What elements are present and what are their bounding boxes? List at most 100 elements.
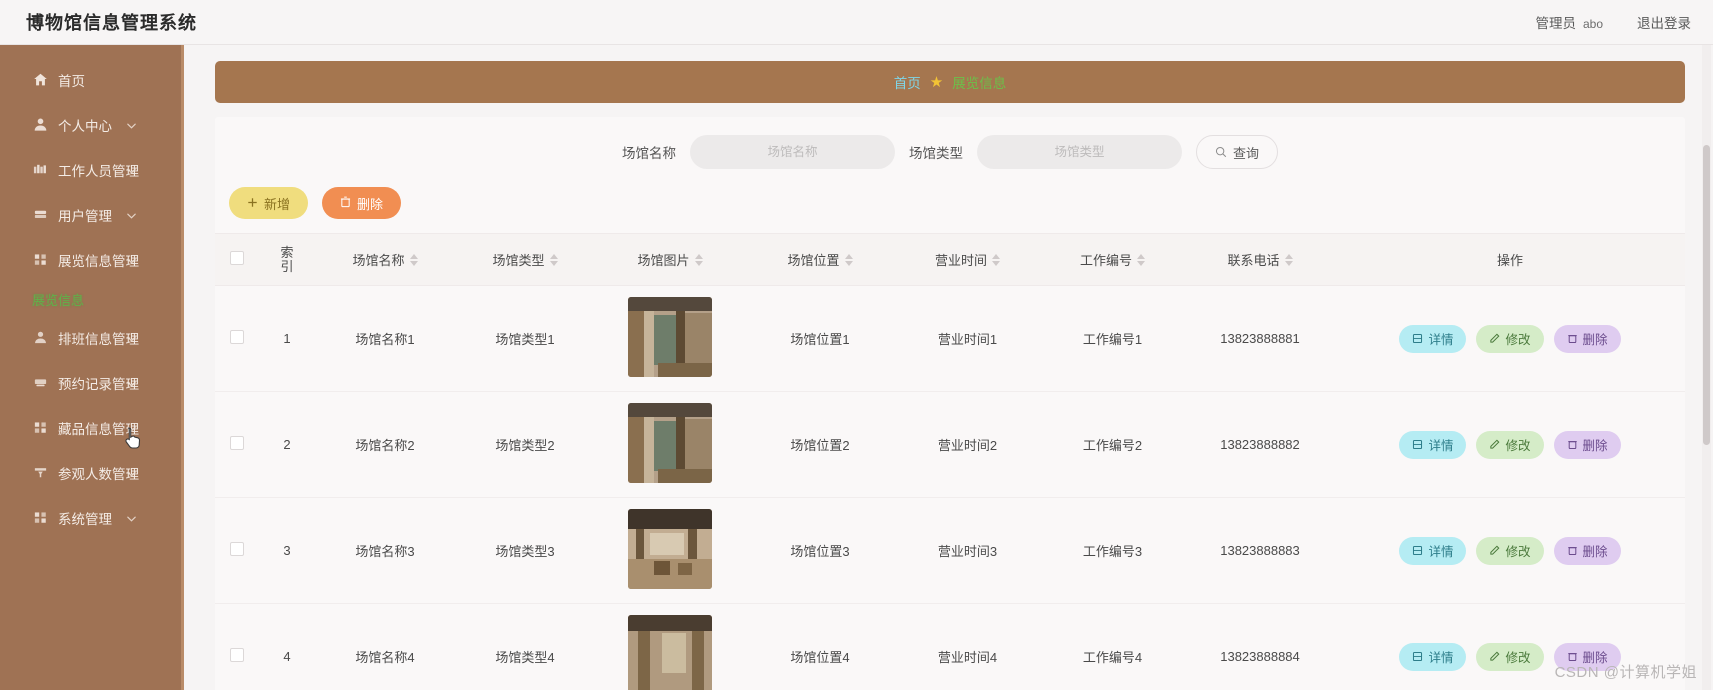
sort-icon[interactable] [844,253,853,266]
row-select-cell [215,497,259,604]
row-venue-type: 场馆类型1 [455,285,595,392]
header-venue-image[interactable]: 场馆图片 [595,233,745,286]
venue-thumbnail[interactable] [628,403,712,483]
header-operations: 操作 [1335,233,1685,286]
row-contact-phone: 13823888883 [1185,497,1335,604]
row-work-number: 工作编号2 [1040,391,1185,498]
chevron-down-icon [126,164,137,175]
edit-button-label: 修改 [1505,651,1531,665]
venue-name-label: 场馆名称 [621,146,676,161]
batch-delete-button[interactable]: 删除 [322,187,402,219]
star-icon: ★ [929,73,944,91]
breadcrumb-home-link[interactable]: 首页 [894,72,921,92]
header-business-hours[interactable]: 营业时间 [895,233,1040,286]
table-header-row: 索 引 场馆名称 场馆类型 场馆图片 场馆位置 营业时间 工作编号 联系电话 操… [215,233,1685,286]
detail-button[interactable]: 详情 [1399,642,1467,671]
chevron-down-icon [126,467,137,478]
app-root: 博物馆信息管理系统 管理员 abo 退出登录 首页 个人中心 工作人员管理 用户… [0,0,1713,690]
venue-thumbnail[interactable] [628,297,712,377]
detail-button[interactable]: 详情 [1399,536,1467,565]
query-button[interactable]: 查询 [1195,135,1278,169]
row-checkbox[interactable] [230,648,244,662]
row-delete-button[interactable]: 删除 [1553,324,1621,353]
row-venue-name: 场馆名称3 [315,497,455,604]
venue-thumbnail[interactable] [628,509,712,589]
header-work-number[interactable]: 工作编号 [1040,233,1185,286]
sidebar-item-exhibition-management[interactable]: 展览信息管理 [0,243,181,276]
detail-button[interactable]: 详情 [1399,324,1467,353]
edit-button[interactable]: 修改 [1476,324,1544,353]
sidebar-group-label-exhibition: 展览信息 [32,292,85,308]
pencil-icon [1489,439,1500,450]
detail-button[interactable]: 详情 [1399,430,1467,459]
app-title: 博物馆信息管理系统 [26,13,197,33]
sidebar-item-schedule-management[interactable]: 排班信息管理 [0,321,181,354]
header-select-all [215,233,259,286]
venue-name-input[interactable] [689,135,895,169]
header-work-number-label: 工作编号 [1079,253,1132,268]
detail-button-label: 详情 [1428,651,1454,665]
trash-icon [1567,651,1578,662]
add-button[interactable]: 新增 [229,187,309,219]
sort-icon[interactable] [1137,253,1145,266]
edit-button[interactable]: 修改 [1476,536,1544,565]
page-scrollbar-thumb[interactable] [1703,145,1710,445]
row-checkbox[interactable] [230,542,244,556]
logout-button[interactable]: 退出登录 [1637,12,1691,32]
row-delete-button-label: 删除 [1582,439,1608,453]
document-icon [1412,333,1423,344]
sidebar-item-visitor-count-management[interactable]: 参观人数管理 [0,456,181,489]
sidebar-item-home[interactable]: 首页 [0,63,181,96]
current-user-info: 管理员 abo [1535,12,1603,32]
select-all-checkbox[interactable] [230,251,244,265]
row-checkbox[interactable] [230,436,244,450]
sidebar-item-staff-management[interactable]: 工作人员管理 [0,153,181,186]
sort-icon[interactable] [694,253,703,266]
header-contact-phone[interactable]: 联系电话 [1185,233,1335,286]
plus-icon [247,196,258,211]
venue-thumbnail[interactable] [628,615,712,690]
edit-button[interactable]: 修改 [1476,430,1544,459]
users-card-icon [32,207,48,223]
row-delete-button-label: 删除 [1582,333,1608,347]
chevron-down-icon [126,422,137,433]
sort-icon[interactable] [1284,253,1293,266]
row-work-number: 工作编号3 [1040,497,1185,604]
chevron-down-icon [126,209,137,220]
header-venue-name[interactable]: 场馆名称 [315,233,455,286]
header-venue-location[interactable]: 场馆位置 [745,233,895,286]
sidebar-item-system-management[interactable]: 系统管理 [0,501,181,534]
row-venue-image-cell [595,391,745,498]
venue-type-input[interactable] [976,135,1182,169]
sidebar-nav: 首页 个人中心 工作人员管理 用户管理 展览信息管理 展览信息 排班信息管理 预… [0,45,184,690]
sidebar-item-user-management[interactable]: 用户管理 [0,198,181,231]
header-venue-type[interactable]: 场馆类型 [455,233,595,286]
row-checkbox[interactable] [230,330,244,344]
row-business-hours: 营业时间4 [895,603,1040,690]
sort-icon[interactable] [992,253,1000,266]
chevron-down-icon [126,254,137,265]
trash-icon [1567,333,1578,344]
row-venue-name: 场馆名称1 [315,285,455,392]
document-icon [1412,651,1423,662]
sort-icon[interactable] [409,253,418,266]
header-venue-location-label: 场馆位置 [787,253,840,268]
grid-icon [32,510,48,526]
trash-icon [1567,439,1578,450]
row-delete-button[interactable]: 删除 [1553,536,1621,565]
grid-icon [32,252,48,268]
search-filter-bar: 场馆名称 场馆类型 查询 [215,117,1685,169]
row-delete-button[interactable]: 删除 [1553,642,1621,671]
edit-button[interactable]: 修改 [1476,642,1544,671]
sidebar-item-booking-record-management[interactable]: 预约记录管理 [0,366,181,399]
row-operations-cell: 详情 修改 删除 [1335,391,1685,498]
row-operations-cell: 详情 修改 删除 [1335,285,1685,392]
row-operations-cell: 详情 修改 删除 [1335,603,1685,690]
top-header-bar: 博物馆信息管理系统 管理员 abo 退出登录 [0,0,1713,45]
row-delete-button[interactable]: 删除 [1553,430,1621,459]
sidebar-item-personal-center[interactable]: 个人中心 [0,108,181,141]
sidebar-item-collection-management[interactable]: 藏品信息管理 [0,411,181,444]
chevron-down-icon [126,332,137,343]
sort-icon[interactable] [549,253,558,266]
page-scrollbar[interactable] [1702,45,1711,690]
